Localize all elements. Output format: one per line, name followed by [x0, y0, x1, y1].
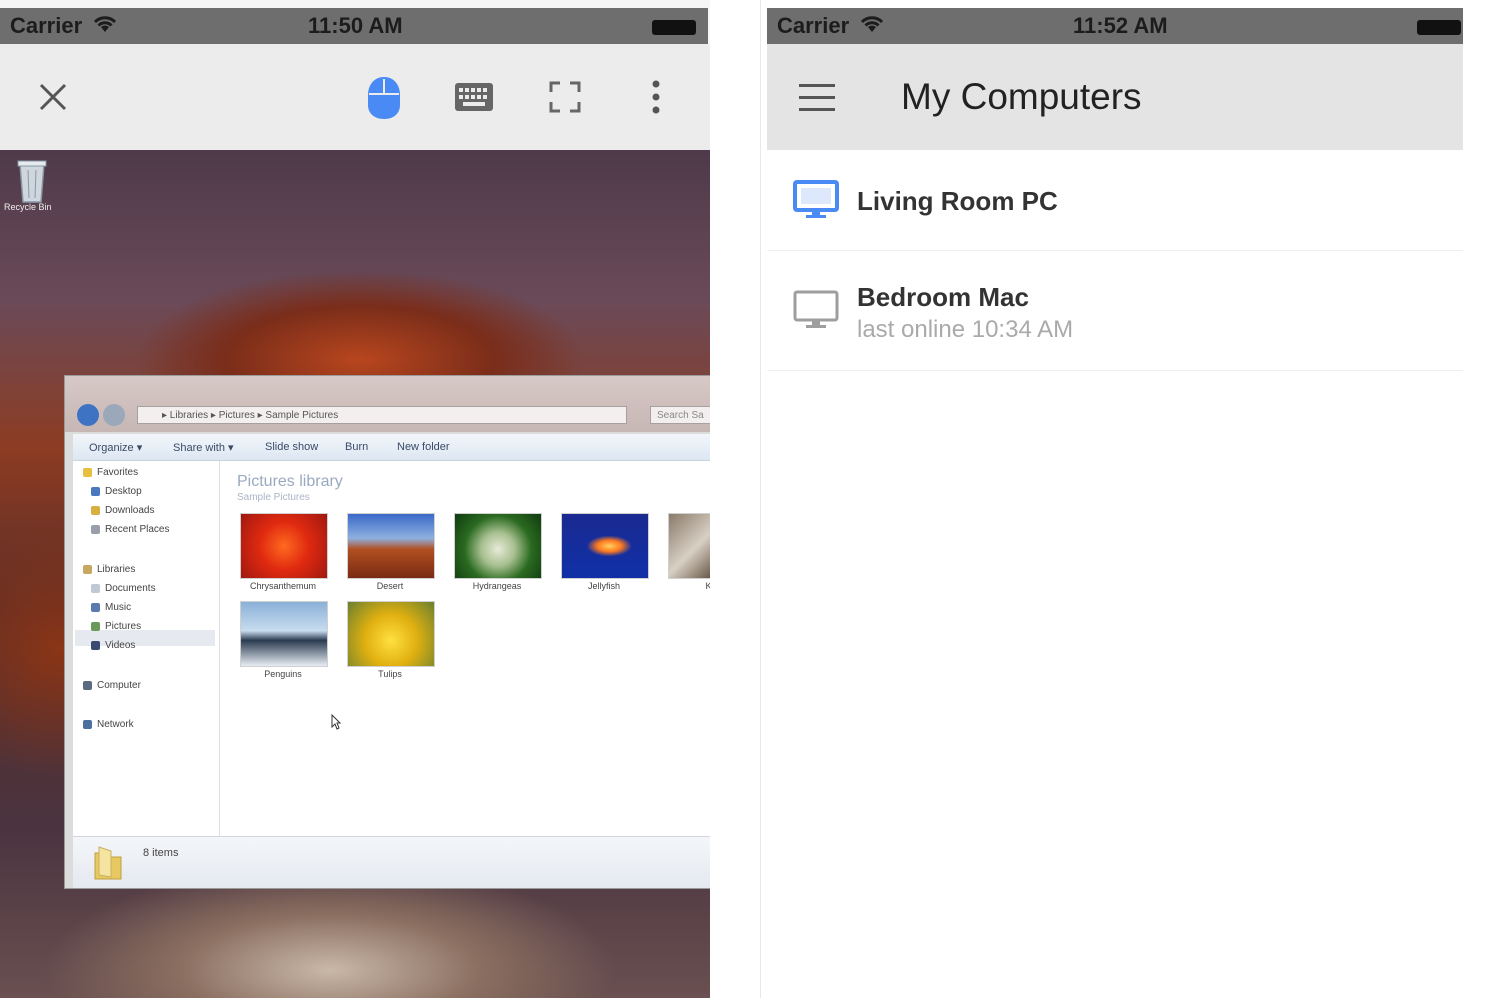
picture-thumbnail[interactable] — [668, 513, 710, 579]
network-icon — [83, 720, 92, 729]
slide-show-button[interactable]: Slide show — [265, 441, 318, 453]
nav-documents[interactable]: Documents — [91, 583, 156, 594]
library-subtitle: Sample Pictures — [237, 492, 310, 503]
carrier-label: Carrier — [10, 13, 83, 38]
picture-label: Chrysanthemum — [249, 581, 317, 591]
carrier-label: Carrier — [777, 13, 850, 38]
new-folder-button[interactable]: New folder — [397, 441, 450, 453]
recycle-bin-icon[interactable] — [14, 158, 50, 206]
nav-pictures[interactable]: Pictures — [91, 621, 141, 632]
monitor-icon — [793, 290, 839, 328]
session-toolbar — [0, 44, 710, 150]
computer-icon — [83, 681, 92, 690]
nav-videos[interactable]: Videos — [91, 640, 135, 651]
desktop-icon — [91, 487, 100, 496]
picture-label: Penguins — [264, 669, 302, 679]
page-title: My Computers — [901, 76, 1142, 117]
picture-label: Tulips — [378, 669, 402, 679]
computer-name: Living Room PC — [857, 186, 1058, 216]
status-time: 11:52 AM — [1073, 13, 1168, 38]
nav-desktop[interactable]: Desktop — [91, 486, 142, 497]
battery-icon — [1417, 20, 1461, 35]
burn-button[interactable]: Burn — [345, 441, 368, 453]
back-icon[interactable] — [77, 404, 99, 426]
keyboard-icon[interactable] — [450, 76, 498, 118]
address-bar[interactable]: ▸ Libraries ▸ Pictures ▸ Sample Pictures — [137, 406, 627, 424]
nav-network[interactable]: Network — [83, 719, 134, 730]
picture-label: Ko — [661, 581, 710, 591]
picture-label: Jellyfish — [587, 581, 620, 591]
details-pane: 8 items — [73, 836, 710, 888]
fullscreen-icon[interactable] — [542, 74, 588, 120]
remote-session-screen: Carrier 11:50 AM Recycle Bin ▸ Libraries… — [0, 0, 710, 998]
computer-item-living-room-pc[interactable]: Living Room PC — [767, 150, 1463, 251]
nav-recent-places[interactable]: Recent Places — [91, 524, 169, 535]
star-icon — [83, 468, 92, 477]
remote-desktop-view[interactable]: Recycle Bin ▸ Libraries ▸ Pictures ▸ Sam… — [0, 150, 710, 998]
computer-name: Bedroom Mac — [857, 282, 1029, 312]
battery-icon — [652, 20, 696, 35]
videos-icon — [91, 641, 100, 650]
status-time: 11:50 AM — [308, 13, 403, 38]
hamburger-menu-icon[interactable] — [799, 84, 835, 112]
search-box[interactable]: Search Sa — [650, 406, 710, 424]
picture-thumbnail[interactable] — [561, 513, 649, 579]
status-bar: Carrier 11:52 AM — [767, 8, 1463, 44]
monitor-icon — [793, 180, 839, 218]
computer-item-bedroom-mac[interactable]: Bedroom Mac last online 10:34 AM — [767, 250, 1463, 371]
picture-thumbnail[interactable] — [347, 601, 435, 667]
forward-icon[interactable] — [103, 404, 125, 426]
wifi-icon — [860, 16, 884, 32]
app-header: My Computers — [767, 44, 1463, 150]
explorer-window: ▸ Libraries ▸ Pictures ▸ Sample Pictures… — [64, 375, 710, 889]
recycle-bin-label: Recycle Bin — [4, 202, 52, 212]
nav-computer[interactable]: Computer — [83, 680, 141, 691]
nav-favorites[interactable]: Favorites — [83, 467, 138, 478]
mouse-cursor-icon — [331, 714, 341, 730]
picture-thumbnail[interactable] — [454, 513, 542, 579]
picture-thumbnail[interactable] — [347, 513, 435, 579]
downloads-icon — [91, 506, 100, 515]
documents-icon — [91, 584, 100, 593]
more-vertical-icon[interactable] — [640, 74, 672, 120]
folder-icon — [94, 846, 122, 880]
navigation-pane: Favorites Desktop Downloads Recent Place… — [73, 461, 220, 836]
organize-button[interactable]: Organize ▾ — [89, 441, 142, 454]
nav-libraries[interactable]: Libraries — [83, 564, 135, 575]
wifi-icon — [93, 16, 117, 32]
libraries-icon — [83, 565, 92, 574]
picture-thumbnail[interactable] — [240, 513, 328, 579]
last-online-status: last online 10:34 AM — [857, 316, 1074, 343]
music-icon — [91, 603, 100, 612]
pictures-icon — [91, 622, 100, 631]
share-with-button[interactable]: Share with ▾ — [173, 441, 234, 454]
close-icon[interactable] — [30, 74, 76, 120]
command-bar: Organize ▾ Share with ▾ Slide show Burn … — [73, 434, 710, 461]
nav-music[interactable]: Music — [91, 602, 131, 613]
mouse-icon[interactable] — [360, 72, 408, 124]
status-bar: Carrier 11:50 AM — [0, 8, 708, 44]
picture-label: Hydrangeas — [472, 581, 522, 591]
picture-thumbnail[interactable] — [240, 601, 328, 667]
picture-label: Desert — [376, 581, 404, 591]
explorer-titlebar: ▸ Libraries ▸ Pictures ▸ Sample Pictures… — [65, 376, 710, 432]
library-title: Pictures library — [237, 473, 343, 490]
nav-downloads[interactable]: Downloads — [91, 505, 154, 516]
items-count: 8 items — [143, 847, 179, 859]
recent-places-icon — [91, 525, 100, 534]
explorer-content: Favorites Desktop Downloads Recent Place… — [73, 461, 710, 836]
my-computers-screen: Carrier 11:52 AM My Computers Living Roo… — [760, 0, 1465, 998]
